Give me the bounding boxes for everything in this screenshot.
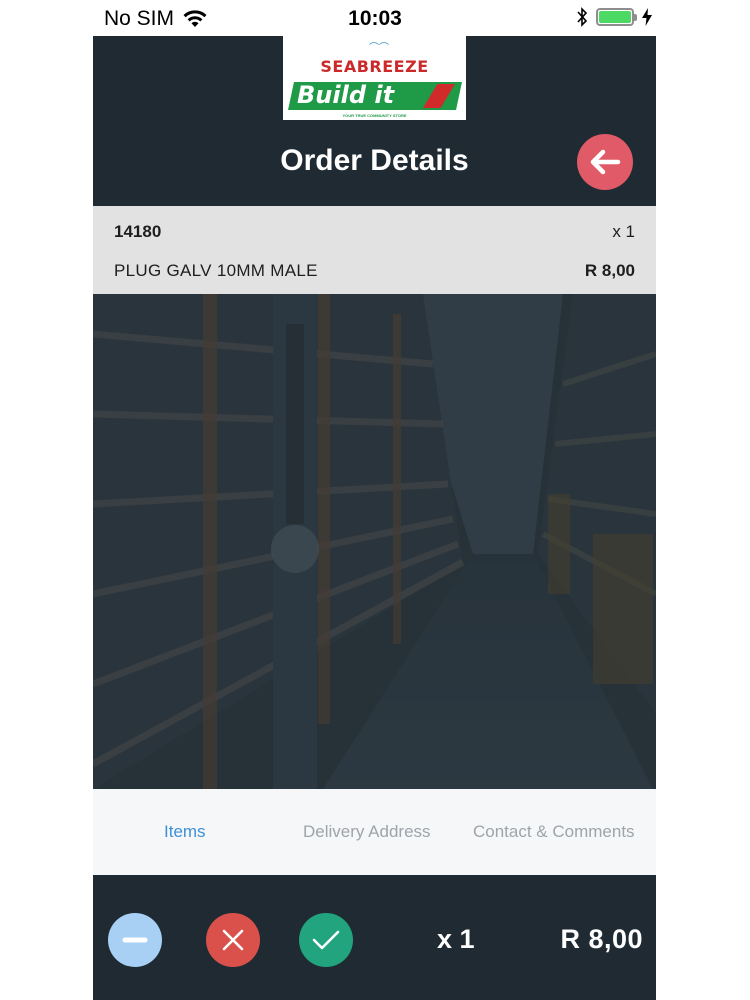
back-button[interactable] [577,134,633,190]
check-icon [312,930,340,950]
cancel-button[interactable] [206,913,260,967]
bluetooth-icon [577,7,588,27]
item-code: 14180 [114,222,162,241]
close-icon [222,929,244,951]
charging-bolt-icon [642,8,652,26]
battery-icon [596,8,637,26]
status-bar: No SIM 10:03 [0,0,750,36]
logo-tagline: YOUR TRUE COMMUNITY STORE [342,113,407,118]
battery-level [599,11,631,23]
logo-brand-main: Build it [297,81,395,109]
logo-brand-top: SEABREEZE [320,57,429,76]
carrier-label: No SIM [104,7,175,30]
brand-logo: ⌒⌒ SEABREEZE Build it YOUR TRUE COMMUNIT… [283,36,466,120]
wifi-icon [183,10,207,27]
birds-icon: ⌒⌒ [369,43,389,54]
header: ⌒⌒ SEABREEZE Build it YOUR TRUE COMMUNIT… [93,36,656,206]
bottom-toolbar: x 1 R 8,00 [93,875,656,1000]
total-price: R 8,00 [560,924,643,954]
tab-contact-comments[interactable]: Contact & Comments [473,822,635,842]
item-name: PLUG GALV 10MM MALE [114,261,318,280]
minus-icon [122,937,148,943]
page-title: Order Details [280,144,469,177]
tab-bar: Items Delivery Address Contact & Comment… [93,789,656,875]
warehouse-background-image [93,294,656,789]
order-item-row[interactable]: 14180 x 1 PLUG GALV 10MM MALE R 8,00 [93,206,656,294]
total-quantity: x 1 [437,924,475,954]
item-price: R 8,00 [584,261,635,280]
arrow-left-icon [590,149,621,175]
confirm-button[interactable] [299,913,353,967]
carrier-info: No SIM [104,7,208,31]
tab-items[interactable]: Items [164,822,206,842]
item-quantity: x 1 [612,222,635,241]
tab-delivery-address[interactable]: Delivery Address [303,822,431,842]
status-indicators [576,7,652,27]
decrease-quantity-button[interactable] [108,913,162,967]
app-screen: ⌒⌒ SEABREEZE Build it YOUR TRUE COMMUNIT… [93,36,656,1000]
